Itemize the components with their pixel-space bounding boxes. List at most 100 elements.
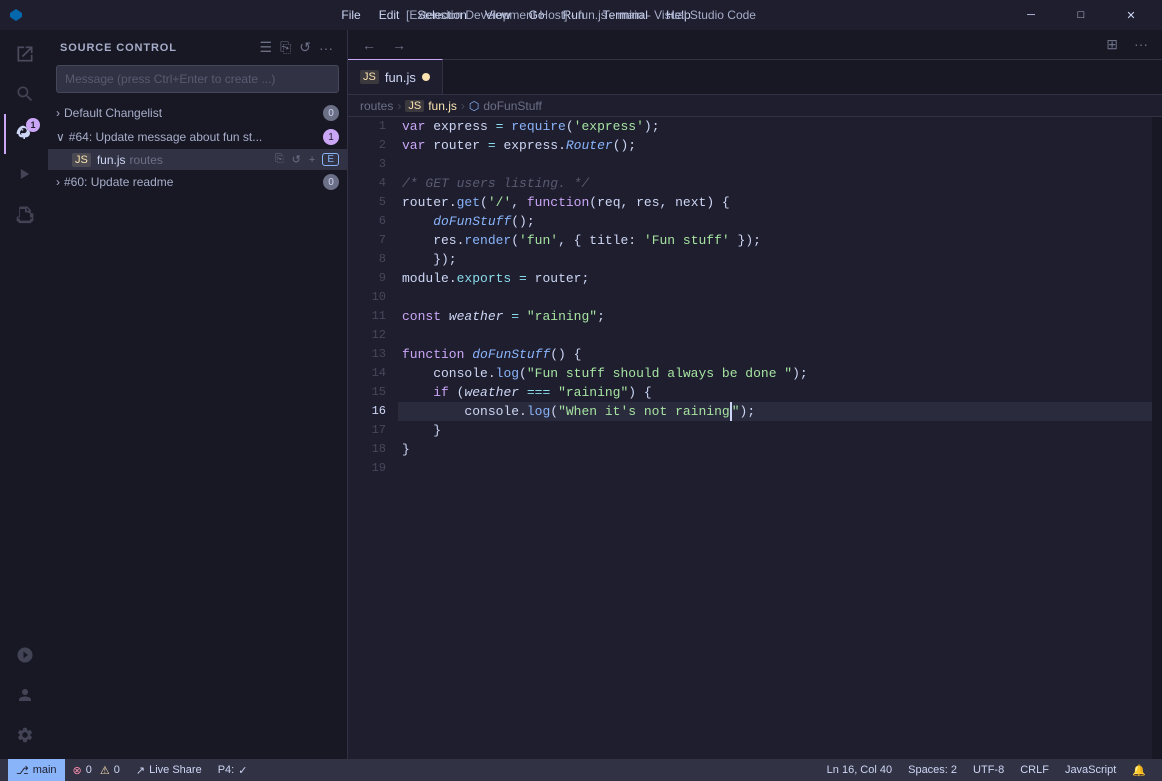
p4-label: P4:: [218, 764, 235, 776]
code-line-17: }: [398, 421, 1152, 440]
editor-more-button[interactable]: ···: [1128, 34, 1154, 55]
sidebar-title: SOURCE CONTROL: [60, 42, 177, 54]
breadcrumb-function[interactable]: doFunStuff: [483, 99, 542, 113]
accounts-icon[interactable]: [4, 675, 44, 715]
menu-file[interactable]: File: [333, 6, 368, 24]
language-status[interactable]: JavaScript: [1057, 759, 1124, 781]
indentation-status[interactable]: Spaces: 2: [900, 759, 965, 781]
code-line-3: [398, 155, 1152, 174]
breadcrumb: routes › JS fun.js › ⬡ doFunStuff: [348, 95, 1162, 117]
tab-js-icon: JS: [360, 70, 379, 84]
language-label: JavaScript: [1065, 764, 1116, 776]
notifications-status[interactable]: 🔔: [1124, 759, 1154, 781]
breadcrumb-js-icon: JS: [405, 100, 424, 112]
code-line-16: console.log("When it's not raining ");: [398, 402, 1152, 421]
code-line-11: const weather = "raining";: [398, 307, 1152, 326]
git-branch-status[interactable]: ⎇ main: [8, 759, 65, 781]
changelist-64: ∨ #64: Update message about fun st... 1 …: [48, 125, 347, 170]
sidebar-header: SOURCE CONTROL ☰ ⎘ ↺ ···: [48, 30, 347, 65]
file-name: fun.js: [97, 153, 126, 167]
code-line-1: var express = require('express');: [398, 117, 1152, 136]
errors-warnings-status[interactable]: ⊗ 0 ⚠ 0: [65, 759, 128, 781]
file-action-stage[interactable]: +: [306, 153, 318, 167]
editor-scrollbar[interactable]: [1152, 117, 1162, 759]
tab-bar: JS fun.js: [348, 60, 1162, 95]
encoding-label: UTF-8: [973, 764, 1004, 776]
sidebar-action-clone[interactable]: ⎘: [278, 37, 293, 58]
code-line-13: function doFunStuff() {: [398, 345, 1152, 364]
breadcrumb-file[interactable]: fun.js: [428, 99, 457, 113]
warning-count: 0: [114, 764, 120, 776]
file-action-discard[interactable]: ↺: [289, 152, 304, 167]
remote-icon[interactable]: [4, 635, 44, 675]
titlebar-controls: ─ □ ✕: [1008, 0, 1154, 30]
vscode-logo-icon: [8, 7, 24, 23]
changelist-64-left: ∨ #64: Update message about fun st...: [56, 130, 262, 144]
code-line-7: res.render('fun', { title: 'Fun stuff' }…: [398, 231, 1152, 250]
warning-icon: ⚠: [100, 764, 110, 777]
cursor-position-status[interactable]: Ln 16, Col 40: [819, 759, 900, 781]
error-icon: ⊗: [73, 764, 82, 777]
statusbar: ⎇ main ⊗ 0 ⚠ 0 ↗ Live Share P4: ✓ Ln 16,…: [0, 759, 1162, 781]
tab-label: fun.js: [385, 70, 416, 85]
code-line-2: var router = express.Router();: [398, 136, 1152, 155]
source-control-icon[interactable]: 1: [4, 114, 44, 154]
eol-status[interactable]: CRLF: [1012, 759, 1057, 781]
minimize-button[interactable]: ─: [1008, 0, 1054, 30]
editor-split-button[interactable]: ⊞: [1100, 34, 1124, 55]
titlebar: File Edit Selection View Go Run Terminal…: [0, 0, 1162, 30]
changelist-64-badge: 1: [323, 129, 339, 145]
tab-funjs[interactable]: JS fun.js: [348, 59, 443, 94]
changelist-default: › Default Changelist 0: [48, 101, 347, 125]
chevron-right-icon: ›: [56, 106, 60, 120]
code-content[interactable]: var express = require('express'); var ro…: [398, 117, 1152, 759]
code-line-18: }: [398, 440, 1152, 459]
line-numbers: 12345 678910 1112131415 16 171819: [348, 117, 398, 759]
statusbar-right: Ln 16, Col 40 Spaces: 2 UTF-8 CRLF JavaS…: [819, 759, 1154, 781]
code-line-6: doFunStuff();: [398, 212, 1152, 231]
code-line-8: });: [398, 250, 1152, 269]
changelist-64-header[interactable]: ∨ #64: Update message about fun st... 1: [48, 125, 347, 149]
file-status-badge: E: [322, 153, 339, 166]
sidebar-action-refresh[interactable]: ↺: [297, 37, 313, 58]
run-debug-icon[interactable]: [4, 154, 44, 194]
eol-label: CRLF: [1020, 764, 1049, 776]
code-line-5: router.get('/', function(req, res, next)…: [398, 193, 1152, 212]
settings-icon[interactable]: [4, 715, 44, 755]
sidebar-action-more[interactable]: ···: [317, 38, 335, 58]
p4-status[interactable]: P4: ✓: [210, 759, 256, 781]
changelist-64-name: #64: Update message about fun st...: [69, 130, 262, 144]
file-path: routes: [130, 153, 163, 167]
extensions-icon[interactable]: [4, 194, 44, 234]
code-line-12: [398, 326, 1152, 345]
changelist-60-name: #60: Update readme: [64, 175, 173, 189]
changelist-60-header[interactable]: › #60: Update readme 0: [48, 170, 347, 194]
changelist-default-header[interactable]: › Default Changelist 0: [48, 101, 347, 125]
breadcrumb-sep-2: ›: [461, 99, 465, 113]
close-button[interactable]: ✕: [1108, 0, 1154, 30]
changelist-default-badge: 0: [323, 105, 339, 121]
live-share-icon: ↗: [136, 764, 145, 777]
search-icon[interactable]: [4, 74, 44, 114]
live-share-status[interactable]: ↗ Live Share: [128, 759, 210, 781]
sidebar-action-list[interactable]: ☰: [258, 37, 275, 58]
tab-modified-dot: [422, 73, 430, 81]
encoding-status[interactable]: UTF-8: [965, 759, 1012, 781]
code-line-19: [398, 459, 1152, 478]
chevron-down-icon: ∨: [56, 130, 65, 144]
breadcrumb-sep-1: ›: [397, 99, 401, 113]
code-line-9: module.exports = router;: [398, 269, 1152, 288]
commit-message-input[interactable]: Message (press Ctrl+Enter to create ...): [56, 65, 339, 93]
nav-back-button[interactable]: ←: [356, 35, 382, 55]
explorer-icon[interactable]: [4, 34, 44, 74]
file-item-funjs[interactable]: JS fun.js routes ⎘ ↺ + E: [48, 149, 347, 170]
breadcrumb-routes[interactable]: routes: [360, 99, 393, 113]
source-control-badge: 1: [26, 118, 40, 132]
nav-forward-button[interactable]: →: [386, 35, 412, 55]
maximize-button[interactable]: □: [1058, 0, 1104, 30]
chevron-right-icon-2: ›: [56, 175, 60, 189]
main-container: 1 SOURCE CONTROL ☰ ⎘ ↺: [0, 30, 1162, 759]
file-action-open-changes[interactable]: ⎘: [272, 152, 287, 167]
changelist-60-badge: 0: [323, 174, 339, 190]
menu-edit[interactable]: Edit: [371, 6, 408, 24]
